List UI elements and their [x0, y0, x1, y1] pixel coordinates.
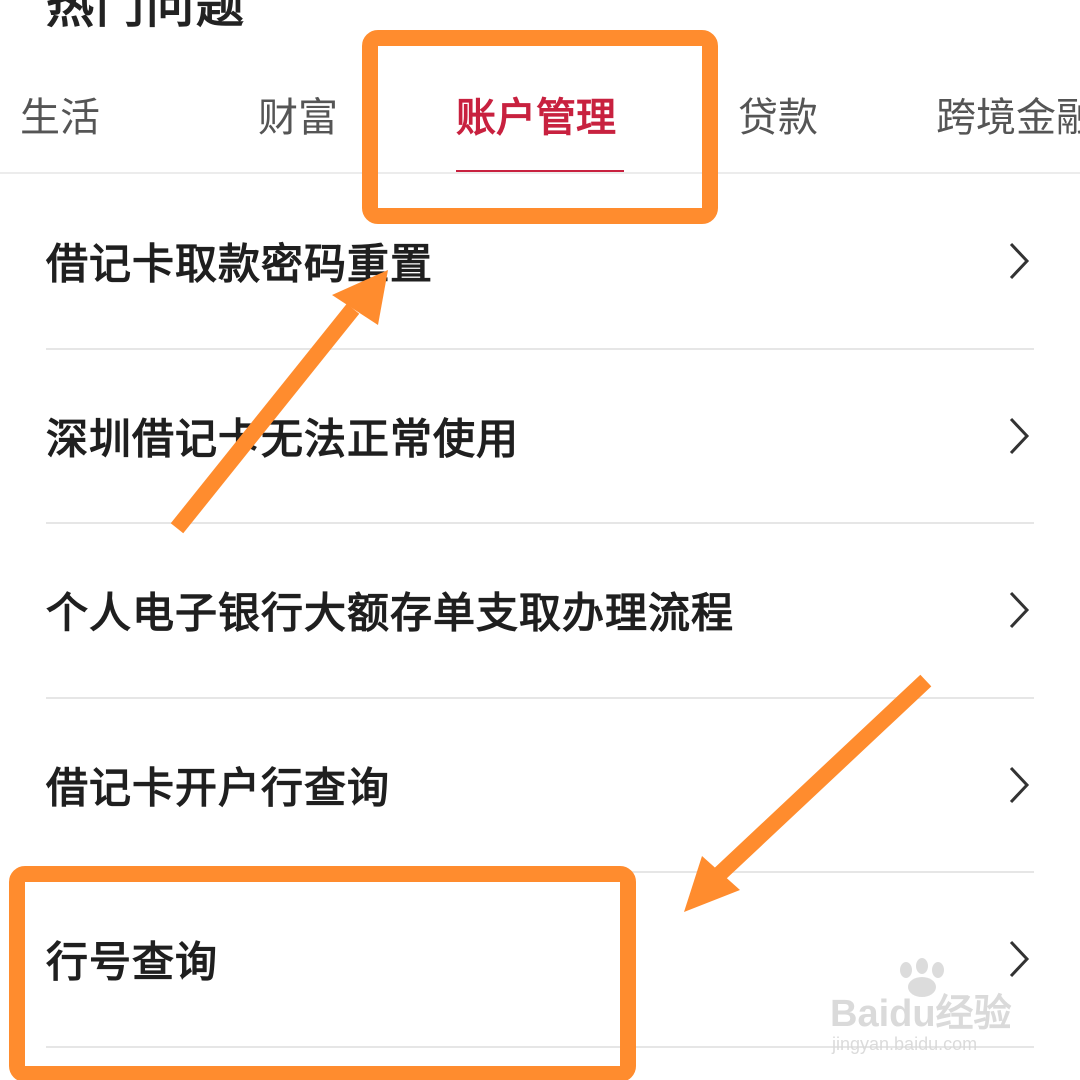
question-list-page: 热门问题 生活 财富 账户管理 贷款 跨境金融 借记卡取款密码重置 深圳借记卡无…: [0, 0, 1080, 1080]
tab-loans[interactable]: 贷款: [738, 88, 818, 148]
baidu-jingyan-watermark: Baidu经验 jingyan.baidu.com: [830, 958, 1060, 1062]
question-label: 个人电子银行大额存单支取办理流程: [46, 588, 735, 638]
watermark-site: jingyan.baidu.com: [832, 1034, 978, 1054]
question-item-debit-pin-reset[interactable]: 借记卡取款密码重置: [46, 174, 1036, 348]
watermark-brand: Baidu经验: [830, 993, 1012, 1035]
chevron-right-icon: [1009, 591, 1030, 629]
question-label: 借记卡开户行查询: [46, 763, 391, 813]
section-title: 热门问题: [46, 0, 247, 34]
question-label: 行号查询: [46, 937, 219, 987]
question-label: 借记卡取款密码重置: [46, 239, 434, 289]
tab-wealth[interactable]: 财富: [258, 88, 338, 148]
question-item-large-deposit-withdrawal[interactable]: 个人电子银行大额存单支取办理流程: [46, 523, 1036, 697]
question-label: 深圳借记卡无法正常使用: [46, 414, 520, 464]
question-item-shenzhen-debit-card-unusable[interactable]: 深圳借记卡无法正常使用: [46, 349, 1036, 523]
tab-cross-border-finance[interactable]: 跨境金融: [936, 88, 1080, 148]
chevron-right-icon: [1009, 417, 1030, 455]
tab-life[interactable]: 生活: [20, 88, 100, 148]
question-item-debit-opening-branch-lookup[interactable]: 借记卡开户行查询: [46, 698, 1036, 872]
chevron-right-icon: [1009, 766, 1030, 804]
chevron-right-icon: [1009, 242, 1030, 280]
tab-account-management[interactable]: 账户管理: [456, 88, 616, 148]
